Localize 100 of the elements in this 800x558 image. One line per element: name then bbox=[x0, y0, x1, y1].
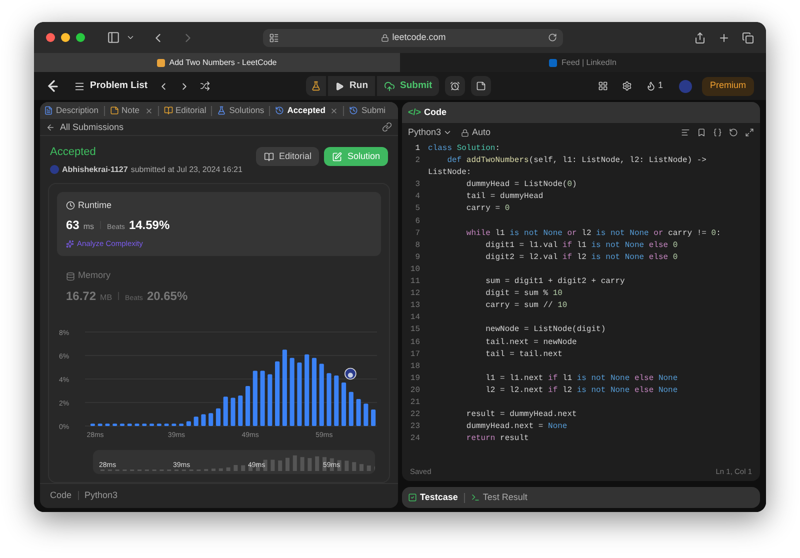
code-line: digit = sum % 10 bbox=[484, 288, 562, 300]
line-number: 18 bbox=[409, 360, 421, 373]
favicon-icon bbox=[157, 58, 166, 66]
metric-unit: MB bbox=[100, 292, 112, 304]
close-icon[interactable] bbox=[330, 106, 338, 115]
code-icon: </> bbox=[408, 106, 422, 120]
page-menu-icon bbox=[269, 32, 279, 42]
line-number: 17 bbox=[409, 348, 421, 361]
bookmark-icon bbox=[697, 128, 706, 137]
lock-icon bbox=[381, 34, 390, 42]
line-number: 11 bbox=[409, 276, 421, 288]
checkbox-icon bbox=[408, 493, 417, 502]
back-arrow-icon bbox=[46, 122, 55, 132]
flask-icon bbox=[217, 106, 226, 116]
all-submissions-link[interactable]: All Submissions bbox=[60, 120, 124, 134]
line-number: 9 bbox=[414, 252, 421, 264]
clock-icon bbox=[66, 200, 75, 210]
run-button[interactable]: Run bbox=[328, 76, 376, 96]
code-line: dummyHead = ListNode(0) bbox=[465, 179, 577, 192]
address-bar[interactable]: leetcode.com bbox=[263, 28, 563, 46]
debug-button[interactable] bbox=[306, 76, 326, 96]
link-icon bbox=[382, 122, 392, 132]
lock-icon bbox=[461, 128, 470, 136]
chevron-down-icon bbox=[126, 33, 135, 42]
reload-icon bbox=[548, 33, 557, 42]
status-text: Accepted bbox=[50, 145, 97, 160]
tabs-overview-icon bbox=[742, 32, 754, 44]
line-number: 12 bbox=[409, 288, 421, 300]
memory-icon bbox=[66, 272, 75, 281]
beats-value: 20.65% bbox=[146, 288, 188, 305]
panel-tab[interactable]: Solutions bbox=[217, 104, 264, 118]
avatar bbox=[50, 165, 59, 174]
logo-icon bbox=[46, 80, 58, 92]
code-line: def addTwoNumbers(self, l1: ListNode, l2: ListNode) -> bbox=[446, 155, 706, 168]
settings-icon bbox=[622, 81, 632, 91]
line-number: 15 bbox=[409, 324, 421, 336]
code-line: digit2 = l2.val if l2 is not None else 0 bbox=[484, 252, 678, 264]
notes-button[interactable] bbox=[471, 76, 492, 96]
code-line: ListNode: bbox=[428, 167, 472, 180]
problem-list-link[interactable]: Problem List bbox=[90, 78, 148, 94]
braces-icon bbox=[713, 128, 722, 137]
metric-value: 63 bbox=[66, 217, 80, 234]
beats-value: 14.59% bbox=[128, 217, 170, 234]
timer-button[interactable] bbox=[445, 76, 466, 96]
line-number: 5 bbox=[414, 203, 421, 216]
submit-button[interactable]: Submit bbox=[377, 76, 440, 96]
language-select[interactable]: Python3 bbox=[408, 126, 452, 140]
submitted-time: submitted at Jul 23, 2024 16:21 bbox=[130, 164, 242, 176]
code-line: result = dummyHead.next bbox=[465, 409, 577, 422]
panel-tab[interactable]: Description bbox=[44, 104, 99, 118]
line-number: 4 bbox=[414, 191, 421, 204]
panel-tab[interactable]: Note bbox=[110, 104, 152, 118]
panel-tab[interactable]: Editorial bbox=[164, 104, 206, 118]
code-line: while l1 is not None or l2 is not None or carry != 0: bbox=[465, 228, 721, 240]
code-line: tail = dummyHead bbox=[465, 191, 544, 204]
panel-title: Code bbox=[424, 106, 447, 119]
footer-language: Python3 bbox=[84, 489, 118, 502]
sidebar-icon bbox=[107, 31, 120, 44]
code-line: carry = 0 bbox=[465, 203, 510, 216]
book-icon bbox=[164, 106, 172, 116]
editorial-button[interactable]: Editorial bbox=[256, 147, 320, 166]
document-icon bbox=[44, 106, 53, 116]
line-number: 22 bbox=[409, 409, 421, 422]
code-line: carry = sum // 10 bbox=[484, 300, 568, 312]
share-icon bbox=[694, 32, 706, 44]
reset-icon bbox=[729, 128, 738, 137]
grid-icon bbox=[598, 81, 608, 91]
line-number: 1 bbox=[414, 143, 421, 155]
line-number: 19 bbox=[409, 372, 421, 385]
avatar-marker bbox=[344, 368, 356, 380]
panel-tab[interactable]: Submi bbox=[349, 104, 386, 118]
list-icon bbox=[74, 80, 85, 92]
console-tab[interactable]: Test Result bbox=[470, 490, 528, 504]
history-icon bbox=[349, 106, 358, 116]
code-line: newNode = ListNode(digit) bbox=[484, 324, 606, 336]
code-line: tail.next = newNode bbox=[484, 336, 577, 348]
note-icon bbox=[476, 81, 486, 91]
sparkle-icon bbox=[66, 240, 74, 248]
new-tab-icon bbox=[718, 32, 730, 44]
browser-tab[interactable]: Add Two Numbers - LeetCode bbox=[34, 53, 400, 72]
console-tab[interactable]: Testcase bbox=[408, 490, 458, 504]
terminal-icon bbox=[470, 493, 480, 502]
shuffle-icon bbox=[200, 81, 210, 91]
close-icon[interactable] bbox=[144, 106, 152, 115]
flask-icon bbox=[310, 81, 321, 91]
favicon-icon bbox=[549, 58, 558, 66]
history-icon bbox=[275, 106, 284, 116]
flame-icon bbox=[646, 81, 656, 91]
format-icon bbox=[681, 128, 690, 137]
line-number: 16 bbox=[409, 336, 421, 348]
alarm-clock-icon bbox=[450, 81, 460, 91]
edit-icon bbox=[332, 152, 342, 162]
expand-icon bbox=[745, 128, 754, 137]
line-number: 8 bbox=[414, 240, 421, 252]
premium-button[interactable]: Premium bbox=[702, 76, 754, 96]
username: Abhishekrai-1127 bbox=[62, 164, 128, 176]
line-number: 6 bbox=[414, 216, 421, 228]
panel-tab[interactable]: Accepted bbox=[275, 104, 338, 118]
code-line: sum = digit1 + digit2 + carry bbox=[484, 276, 625, 288]
code-line: dummyHead.next = None bbox=[465, 421, 568, 434]
